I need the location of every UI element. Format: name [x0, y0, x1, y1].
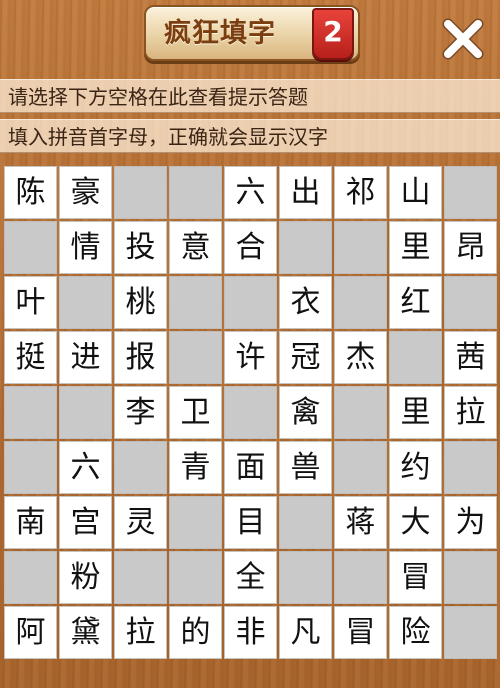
grid-cell-empty[interactable] [279, 551, 332, 604]
grid-cell-filled[interactable]: 兽 [279, 441, 332, 494]
grid-cell-filled[interactable]: 卫 [169, 386, 222, 439]
grid-cell-filled[interactable]: 六 [59, 441, 112, 494]
grid-cell-filled[interactable]: 里 [389, 221, 442, 274]
grid-cell-filled[interactable]: 出 [279, 166, 332, 219]
grid-cell-filled[interactable]: 投 [114, 221, 167, 274]
grid-cell-empty[interactable] [114, 551, 167, 604]
grid-cell-filled[interactable]: 冒 [389, 551, 442, 604]
grid-cell-filled[interactable]: 非 [224, 606, 277, 659]
grid-cell-filled[interactable]: 冒 [334, 606, 387, 659]
grid-cell-filled[interactable]: 李 [114, 386, 167, 439]
grid-cell-filled[interactable]: 拉 [444, 386, 497, 439]
grid-cell-empty[interactable] [169, 166, 222, 219]
grid-cell-filled[interactable]: 大 [389, 496, 442, 549]
grid-cell-filled[interactable]: 挺 [4, 331, 57, 384]
grid-cell-filled[interactable]: 豪 [59, 166, 112, 219]
version-badge: 2 [312, 8, 354, 60]
grid-cell-empty[interactable] [224, 386, 277, 439]
grid-cell-empty[interactable] [444, 606, 497, 659]
grid-cell-empty[interactable] [169, 331, 222, 384]
grid-cell-filled[interactable]: 衣 [279, 276, 332, 329]
grid-cell-empty[interactable] [444, 276, 497, 329]
grid-cell-filled[interactable]: 六 [224, 166, 277, 219]
grid-cell-empty[interactable] [4, 386, 57, 439]
grid-cell-empty[interactable] [4, 441, 57, 494]
grid-cell-filled[interactable]: 合 [224, 221, 277, 274]
close-icon [442, 18, 484, 60]
grid-cell-filled[interactable]: 凡 [279, 606, 332, 659]
grid-cell-filled[interactable]: 冠 [279, 331, 332, 384]
grid-cell-empty[interactable] [444, 441, 497, 494]
grid-cell-filled[interactable]: 面 [224, 441, 277, 494]
grid-cell-filled[interactable]: 报 [114, 331, 167, 384]
grid-cell-empty[interactable] [389, 331, 442, 384]
grid-cell-empty[interactable] [334, 441, 387, 494]
grid-cell-empty[interactable] [59, 386, 112, 439]
grid-cell-filled[interactable]: 蒋 [334, 496, 387, 549]
grid-cell-filled[interactable]: 杰 [334, 331, 387, 384]
grid-cell-filled[interactable]: 险 [389, 606, 442, 659]
grid-cell-empty[interactable] [224, 276, 277, 329]
grid-cell-filled[interactable]: 山 [389, 166, 442, 219]
close-button[interactable] [438, 14, 488, 64]
grid-cell-filled[interactable]: 全 [224, 551, 277, 604]
grid-cell-filled[interactable]: 祁 [334, 166, 387, 219]
grid-cell-filled[interactable]: 灵 [114, 496, 167, 549]
grid-cell-filled[interactable]: 禽 [279, 386, 332, 439]
grid-cell-filled[interactable]: 红 [389, 276, 442, 329]
grid-cell-filled[interactable]: 阿 [4, 606, 57, 659]
grid-cell-empty[interactable] [279, 221, 332, 274]
grid-cell-filled[interactable]: 拉 [114, 606, 167, 659]
grid-cell-empty[interactable] [444, 551, 497, 604]
grid-cell-filled[interactable]: 茜 [444, 331, 497, 384]
crossword-grid: 陈豪六出祁山情投意合里昂叶桃衣红挺进报许冠杰茜李卫禽里拉六青面兽约南宫灵目蒋大为… [4, 166, 498, 661]
grid-cell-filled[interactable]: 的 [169, 606, 222, 659]
grid-cell-empty[interactable] [169, 276, 222, 329]
grid-cell-filled[interactable]: 进 [59, 331, 112, 384]
grid-cell-filled[interactable]: 南 [4, 496, 57, 549]
grid-cell-empty[interactable] [444, 166, 497, 219]
grid-cell-empty[interactable] [279, 496, 332, 549]
grid-cell-empty[interactable] [169, 551, 222, 604]
grid-cell-filled[interactable]: 宫 [59, 496, 112, 549]
grid-cell-empty[interactable] [4, 551, 57, 604]
grid-cell-empty[interactable] [334, 551, 387, 604]
grid-cell-empty[interactable] [59, 276, 112, 329]
app-title: 疯狂填字 [164, 18, 276, 49]
grid-cell-filled[interactable]: 许 [224, 331, 277, 384]
grid-cell-empty[interactable] [334, 386, 387, 439]
grid-cell-empty[interactable] [114, 441, 167, 494]
grid-cell-filled[interactable]: 青 [169, 441, 222, 494]
grid-cell-empty[interactable] [334, 221, 387, 274]
hint-line-1: 请选择下方空格在此查看提示答题 [0, 79, 500, 113]
grid-cell-empty[interactable] [169, 496, 222, 549]
grid-cell-filled[interactable]: 情 [59, 221, 112, 274]
grid-cell-filled[interactable]: 陈 [4, 166, 57, 219]
hint-line-2: 填入拼音首字母，正确就会显示汉字 [0, 119, 500, 153]
grid-cell-filled[interactable]: 桃 [114, 276, 167, 329]
grid-cell-filled[interactable]: 约 [389, 441, 442, 494]
grid-cell-filled[interactable]: 昂 [444, 221, 497, 274]
grid-cell-filled[interactable]: 为 [444, 496, 497, 549]
grid-cell-filled[interactable]: 里 [389, 386, 442, 439]
grid-cell-filled[interactable]: 粉 [59, 551, 112, 604]
grid-cell-empty[interactable] [114, 166, 167, 219]
grid-cell-filled[interactable]: 叶 [4, 276, 57, 329]
grid-cell-filled[interactable]: 黛 [59, 606, 112, 659]
grid-cell-filled[interactable]: 意 [169, 221, 222, 274]
grid-cell-empty[interactable] [334, 276, 387, 329]
grid-cell-empty[interactable] [4, 221, 57, 274]
grid-cell-filled[interactable]: 目 [224, 496, 277, 549]
